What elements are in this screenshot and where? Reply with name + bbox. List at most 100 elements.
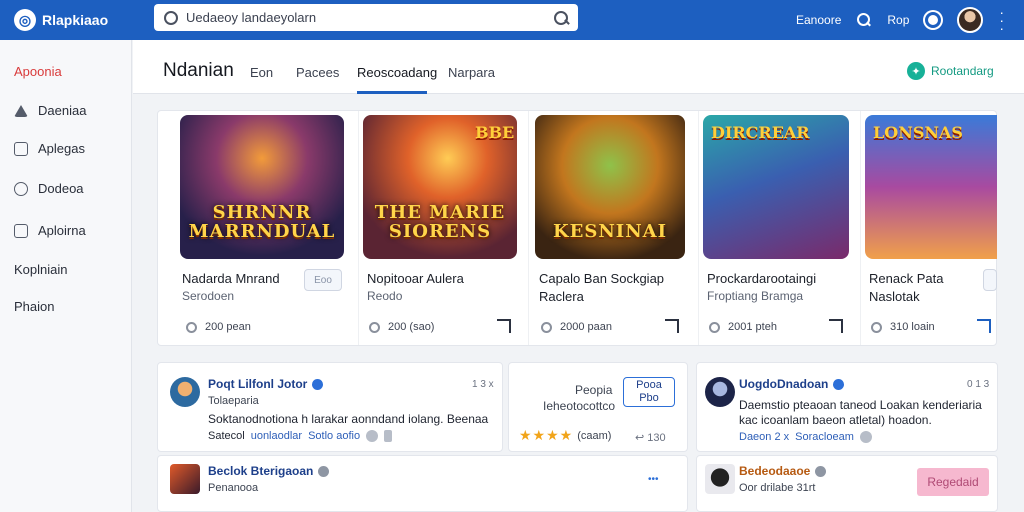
search-bar[interactable] [154,4,578,31]
game-name[interactable]: Nadarda Mnrand [182,271,280,286]
game-name[interactable]: Nopitooar Aulera [367,271,464,286]
post-body: Soktanodnotiona h larakar aonndand iolan… [208,412,489,426]
game-thumbnail[interactable]: BBE THE MARIE SIORENS [363,115,517,259]
sidebar-item-koplniain[interactable]: Koplniain [14,262,68,277]
game-card[interactable]: KESNINAI Capalo Ban Sockgiap Raclera 200… [528,111,698,345]
game-name[interactable]: Capalo Ban Sockgiap [539,271,664,286]
feed-post[interactable]: Poqt Lilfonl Jotor 1 3 x Tolaeparia Sokt… [157,362,503,452]
sidebar-item-label: Koplniain [14,262,68,277]
game-art-badge: BBE [475,123,515,142]
game-art-title: SHRNNR MARRNDUAL [188,202,336,242]
app-logo[interactable]: ◎ Rlapkiaao [14,9,144,31]
install-button[interactable] [983,269,997,291]
post-author[interactable]: Poqt Lilfonl Jotor [208,377,324,391]
pooa-button[interactable]: Pooa Pbo [623,377,675,407]
game-name[interactable]: Renack Pata [869,271,943,286]
game-thumbnail[interactable]: KESNINAI [535,115,685,259]
rating-card[interactable]: Peopia Ieheotocottco Pooa Pbo ★★★★ (caam… [508,362,688,452]
share-icon[interactable] [977,319,991,333]
rating-row: ★★★★ (caam) [519,427,611,444]
button-line2: Pbo [639,392,659,404]
game-thumbnail[interactable]: SHRNNR MARRNDUAL [180,115,344,259]
feed-post[interactable]: UogdoDnadoan 0 1 3 Daemstio pteaoan tane… [696,362,998,452]
active-tab-indicator [357,91,427,94]
footer-c[interactable]: Sotlo aofio [308,430,360,442]
download-count: 200 pean [205,321,251,333]
page-title: Ndanian [163,60,234,81]
footer-b[interactable]: Soracloeam [795,431,854,443]
game-card[interactable]: SHRNNR MARRNDUAL Nadarda Mnrand Serodoen… [158,111,358,345]
share-icon[interactable] [829,319,843,333]
comment-icon[interactable] [366,430,379,442]
game-name[interactable]: Prockardarootaingi [707,271,816,286]
game-card[interactable]: LONSNAS Renack Pata Naslotak 310 loain [860,111,997,345]
footer-a[interactable]: Daeon 2 x [739,431,789,443]
download-icon [871,321,882,333]
install-button[interactable]: Eoo [304,269,342,291]
download-count: 2001 pteh [728,321,777,333]
reply-count-value: 130 [647,432,666,444]
logo-icon: ◎ [14,9,36,31]
tab-reoscoadang[interactable]: Reoscoadang [357,65,437,80]
sidebar-item-label: Aplegas [38,141,85,156]
avatar[interactable] [170,377,200,407]
share-icon[interactable] [665,319,679,333]
sidebar-item-label: Dodeoa [38,181,84,196]
tab-eon[interactable]: Eon [250,65,273,80]
post-author[interactable]: Beclok Bterigaoan [208,464,330,478]
feed-post[interactable]: Beclok Bterigaoan Penanooa ••• [157,455,688,512]
post-subtitle: Tolaeparia [208,395,259,407]
post-author[interactable]: Bedeodaaoe [739,464,827,478]
game-art-badge: LONSNAS [873,123,963,142]
search-icon[interactable] [857,13,871,27]
sidebar-item-aploirna[interactable]: Aploirna [14,223,86,238]
tab-pacees[interactable]: Pacees [296,65,339,80]
more-options-icon[interactable]: ••• [648,474,659,485]
sidebar-item-apoonia[interactable]: Apoonia [14,64,62,79]
search-input[interactable] [186,10,554,25]
notification-icon[interactable] [925,12,942,28]
compass-icon: ✦ [907,62,925,80]
comment-icon[interactable] [859,431,872,443]
sidebar-item-daeniaa[interactable]: Daeniaa [14,103,86,118]
top-right-controls: Eanoore Rop · · · [796,0,1004,40]
regedaid-button[interactable]: Regedaid [917,468,989,496]
download-icon [709,321,720,333]
search-icon[interactable] [554,10,568,25]
author-name: Beclok Bterigaoan [208,464,314,478]
sidebar-item-label: Aploirna [38,223,86,238]
post-author[interactable]: UogdoDnadoan [739,377,845,391]
tab-narpara[interactable]: Narpara [448,65,495,80]
sidebar-item-phaion[interactable]: Phaion [14,299,54,314]
game-thumbnail[interactable]: LONSNAS [865,115,997,259]
top-link-eanoore[interactable]: Eanoore [796,13,841,27]
sidebar-item-dodeoa[interactable]: Dodeoa [14,181,84,196]
game-art-title: THE MARIE SIORENS [374,202,506,242]
top-link-rop[interactable]: Rop [887,13,909,27]
game-publisher: Reodo [367,289,403,303]
share-icon[interactable] [497,319,511,333]
more-options-icon[interactable]: · · · [999,5,1004,35]
game-card[interactable]: DIRCREAR Prockardarootaingi Froptiang Br… [698,111,860,345]
user-avatar[interactable] [957,7,984,33]
footer-a[interactable]: Satecol [208,430,245,442]
rootandarg-button[interactable]: ✦ Rootandarg [907,62,994,80]
download-count: 200 (sao) [388,321,435,333]
game-meta: 310 loain [871,321,935,333]
avatar[interactable] [705,464,735,494]
game-card[interactable]: BBE THE MARIE SIORENS Nopitooar Aulera R… [358,111,528,345]
verified-icon [318,465,330,477]
avatar[interactable] [705,377,735,407]
game-thumbnail[interactable]: DIRCREAR [703,115,849,259]
feed-post[interactable]: Bedeodaaoe Oor drilabe 31rt Regedaid [696,455,998,512]
verified-icon [312,378,324,390]
download-icon [541,321,552,333]
star-rating[interactable]: ★★★★ [519,427,573,444]
pin-icon[interactable] [384,430,393,442]
sidebar-item-aplegas[interactable]: Aplegas [14,141,85,156]
avatar[interactable] [170,464,200,494]
box-icon [14,223,28,238]
footer-b[interactable]: uonlaodlar [251,430,302,442]
author-name: UogdoDnadoan [739,377,829,391]
post-footer: Daeon 2 x Soracloeam [739,431,872,443]
